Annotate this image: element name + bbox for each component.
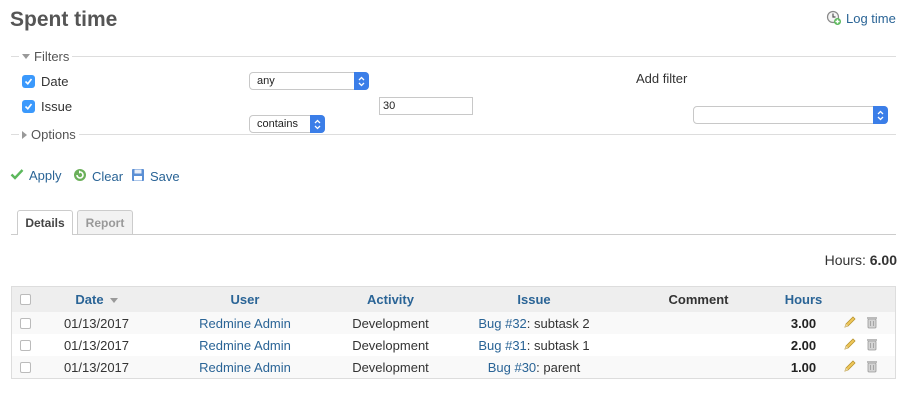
table-header: Date User Activity Issue Comment Hours bbox=[12, 287, 895, 312]
row-checkbox[interactable] bbox=[19, 361, 31, 373]
column-hours[interactable]: Hours bbox=[775, 292, 832, 307]
row-hours: 2.00 bbox=[790, 337, 817, 353]
total-hours: Hours: 6.00 bbox=[825, 252, 897, 268]
clock-add-icon bbox=[826, 10, 842, 26]
options-legend: Options bbox=[31, 127, 76, 142]
table-row: 01/13/2017 Redmine Admin Development Bug… bbox=[12, 312, 895, 334]
date-operator-select[interactable]: any bbox=[249, 72, 369, 90]
row-user-link[interactable]: Redmine Admin bbox=[155, 316, 335, 331]
filter-date: Date bbox=[22, 74, 68, 89]
row-user-link[interactable]: Redmine Admin bbox=[155, 338, 335, 353]
row-issue-subject: : parent bbox=[536, 359, 581, 375]
clear-button[interactable]: Clear bbox=[73, 168, 123, 185]
filter-date-label: Date bbox=[41, 74, 69, 89]
issue-value-text: 30 bbox=[383, 100, 396, 112]
log-time-label: Log time bbox=[846, 10, 896, 26]
time-entries-table: Date User Activity Issue Comment Hours 0… bbox=[11, 286, 896, 379]
select-arrows-icon bbox=[310, 115, 325, 133]
row-issue-subject: : subtask 1 bbox=[526, 337, 590, 353]
filter-issue: Issue bbox=[22, 99, 72, 114]
row-date: 01/13/2017 bbox=[63, 359, 130, 375]
filter-issue-checkbox[interactable] bbox=[22, 100, 35, 113]
issue-operator-select[interactable]: contains bbox=[249, 115, 325, 133]
table-row: 01/13/2017 Redmine Admin Development Bug… bbox=[12, 334, 895, 356]
total-hours-label: Hours: bbox=[824, 252, 866, 268]
log-time-link[interactable]: Log time bbox=[826, 10, 896, 26]
row-issue-link[interactable]: Bug #31 bbox=[478, 338, 526, 353]
column-issue[interactable]: Issue bbox=[446, 292, 622, 307]
delete-trash-icon[interactable] bbox=[865, 337, 879, 354]
select-arrows-icon bbox=[873, 106, 888, 124]
tab-details[interactable]: Details bbox=[17, 210, 73, 235]
tab-report-label: Report bbox=[85, 215, 125, 230]
save-button[interactable]: Save bbox=[131, 168, 180, 185]
delete-trash-icon[interactable] bbox=[865, 359, 879, 376]
apply-button[interactable]: Apply bbox=[10, 168, 62, 183]
edit-pencil-icon[interactable] bbox=[843, 337, 857, 354]
clear-label: Clear bbox=[92, 169, 124, 184]
add-filter-label: Add filter bbox=[636, 71, 688, 86]
row-issue-link[interactable]: Bug #30 bbox=[488, 360, 536, 375]
filters-legend: Filters bbox=[34, 49, 70, 64]
total-hours-value: 6.00 bbox=[869, 252, 897, 268]
apply-label: Apply bbox=[29, 168, 62, 183]
row-date: 01/13/2017 bbox=[63, 315, 130, 331]
expand-arrow-icon bbox=[22, 130, 27, 139]
row-checkbox[interactable] bbox=[19, 339, 31, 351]
tabs-baseline bbox=[11, 234, 896, 235]
column-comment: Comment bbox=[668, 292, 729, 307]
options-toggle[interactable]: Options bbox=[19, 127, 79, 142]
row-issue: Bug #30: parent bbox=[446, 360, 622, 375]
issue-operator-value: contains bbox=[257, 118, 298, 130]
tab-report[interactable]: Report bbox=[77, 210, 133, 234]
row-issue-subject: : subtask 2 bbox=[526, 315, 590, 331]
row-issue: Bug #32: subtask 2 bbox=[446, 316, 622, 331]
table-row: 01/13/2017 Redmine Admin Development Bug… bbox=[12, 356, 895, 378]
page-title: Spent time bbox=[10, 8, 118, 31]
filters-divider bbox=[11, 56, 896, 57]
options-divider bbox=[11, 134, 896, 135]
select-all-checkbox[interactable] bbox=[19, 294, 31, 305]
row-date: 01/13/2017 bbox=[63, 337, 130, 353]
reload-icon bbox=[73, 168, 87, 185]
edit-pencil-icon[interactable] bbox=[843, 315, 857, 332]
column-user[interactable]: User bbox=[155, 292, 335, 307]
delete-trash-icon[interactable] bbox=[865, 315, 879, 332]
row-hours: 1.00 bbox=[790, 359, 817, 375]
filter-issue-label: Issue bbox=[41, 99, 73, 114]
filter-date-checkbox[interactable] bbox=[22, 75, 35, 88]
tab-details-label: Details bbox=[25, 216, 65, 230]
column-activity[interactable]: Activity bbox=[335, 292, 446, 307]
collapse-arrow-icon bbox=[22, 54, 30, 59]
row-hours: 3.00 bbox=[790, 315, 817, 331]
select-arrows-icon bbox=[354, 72, 369, 90]
date-operator-value: any bbox=[257, 75, 275, 87]
save-label: Save bbox=[150, 169, 180, 184]
row-issue: Bug #31: subtask 1 bbox=[446, 338, 622, 353]
row-user-link[interactable]: Redmine Admin bbox=[155, 360, 335, 375]
row-issue-link[interactable]: Bug #32 bbox=[478, 316, 526, 331]
floppy-disk-icon bbox=[131, 168, 145, 185]
sort-desc-icon bbox=[109, 298, 118, 304]
row-activity: Development bbox=[352, 337, 429, 353]
checkmark-icon bbox=[10, 168, 24, 183]
filters-toggle[interactable]: Filters bbox=[19, 49, 73, 64]
edit-pencil-icon[interactable] bbox=[843, 359, 857, 376]
column-date[interactable]: Date bbox=[38, 292, 155, 307]
row-activity: Development bbox=[352, 359, 429, 375]
add-filter-select[interactable] bbox=[693, 106, 888, 124]
issue-value-input[interactable]: 30 bbox=[379, 97, 473, 115]
row-activity: Development bbox=[352, 315, 429, 331]
row-checkbox[interactable] bbox=[19, 317, 31, 329]
